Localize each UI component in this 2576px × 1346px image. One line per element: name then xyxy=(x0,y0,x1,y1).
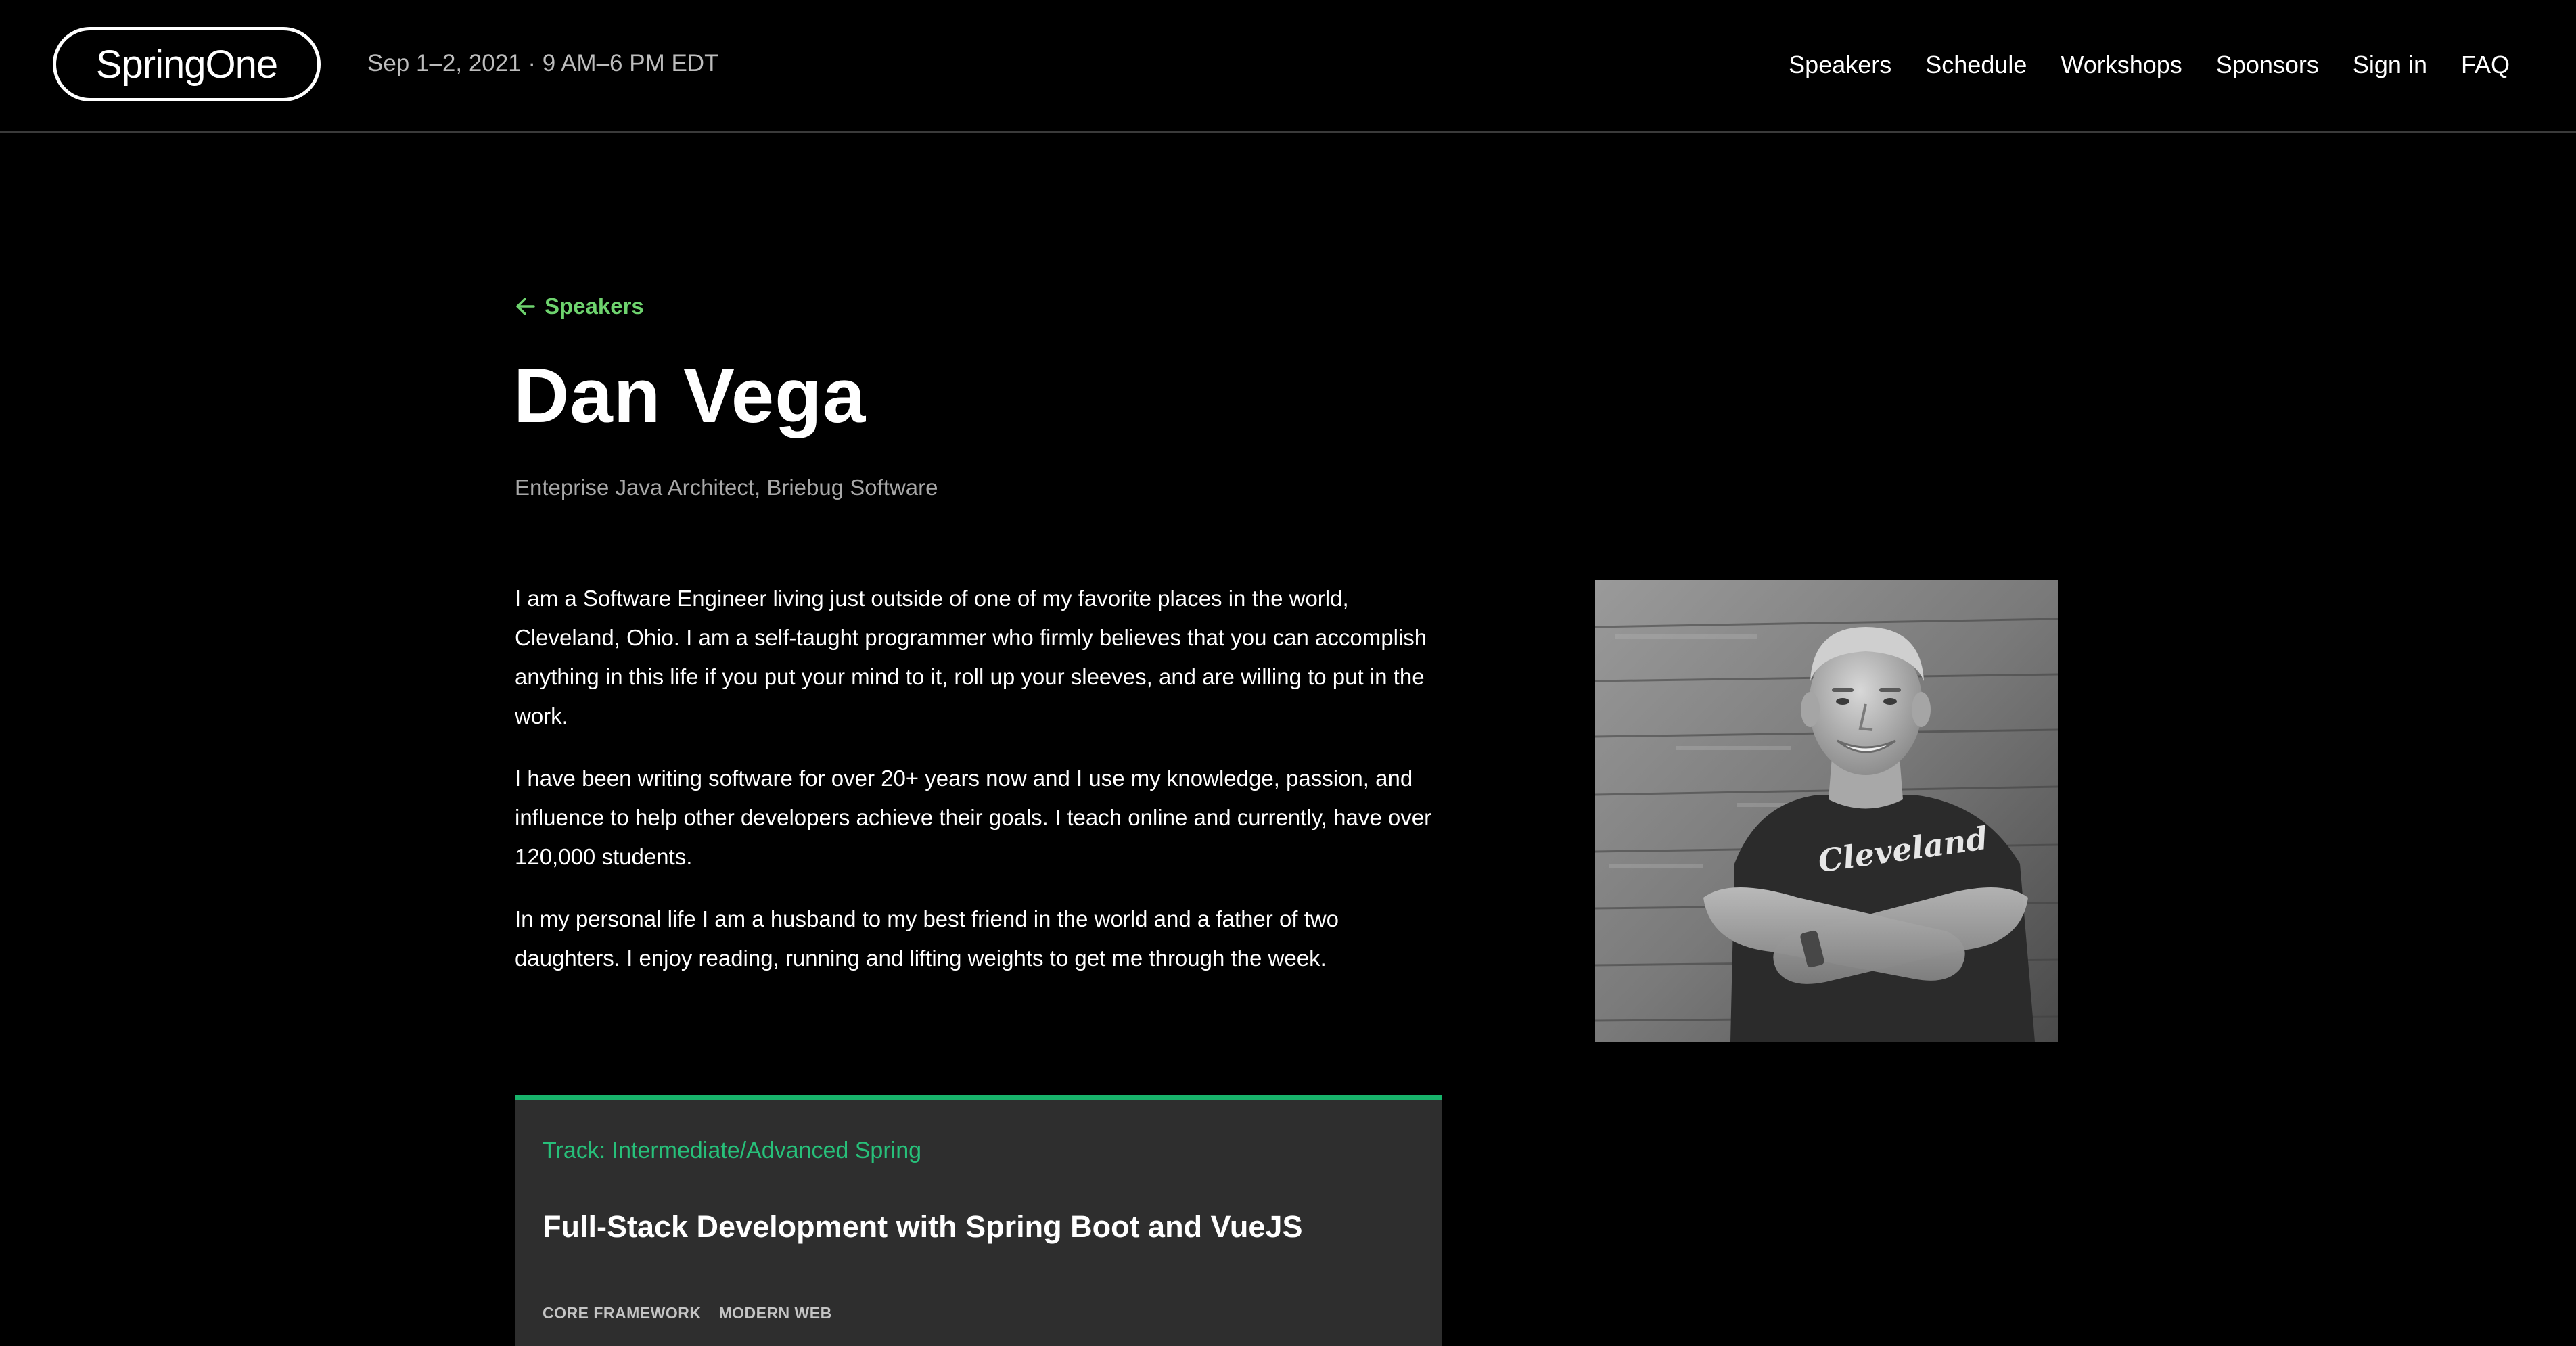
session-tag: CORE FRAMEWORK xyxy=(543,1304,702,1322)
speaker-job-title: Enteprise Java Architect, Briebug Softwa… xyxy=(515,475,938,500)
nav-sponsors[interactable]: Sponsors xyxy=(2216,51,2319,79)
arrow-left-icon xyxy=(515,296,536,317)
back-to-speakers-link[interactable]: Speakers xyxy=(515,294,644,319)
springone-logo[interactable]: SpringOne xyxy=(53,27,321,101)
main-nav: Speakers Schedule Workshops Sponsors Sig… xyxy=(1789,51,2510,79)
session-card[interactable]: Track: Intermediate/Advanced Spring Full… xyxy=(515,1095,1442,1346)
bio-paragraph: I have been writing software for over 20… xyxy=(515,766,1432,869)
nav-faq[interactable]: FAQ xyxy=(2461,51,2510,79)
speaker-bio: I am a Software Engineer living just out… xyxy=(515,579,1448,1001)
speaker-photo: Cleveland xyxy=(1595,580,2058,1042)
site-header: SpringOne Sep 1–2, 2021 · 9 AM–6 PM EDT … xyxy=(0,0,2576,133)
event-date: Sep 1–2, 2021 · 9 AM–6 PM EDT xyxy=(367,50,719,76)
nav-sign-in[interactable]: Sign in xyxy=(2353,51,2427,79)
session-tag: MODERN WEB xyxy=(718,1304,832,1322)
session-track: Track: Intermediate/Advanced Spring xyxy=(543,1138,922,1163)
nav-speakers[interactable]: Speakers xyxy=(1789,51,1891,79)
bio-paragraph: I am a Software Engineer living just out… xyxy=(515,586,1427,728)
session-tags: CORE FRAMEWORK MODERN WEB xyxy=(543,1304,832,1322)
session-title[interactable]: Full-Stack Development with Spring Boot … xyxy=(543,1209,1302,1245)
speaker-name: Dan Vega xyxy=(513,353,867,439)
nav-schedule[interactable]: Schedule xyxy=(1925,51,2027,79)
nav-workshops[interactable]: Workshops xyxy=(2061,51,2182,79)
back-link-label: Speakers xyxy=(545,294,644,319)
bio-paragraph: In my personal life I am a husband to my… xyxy=(515,906,1339,971)
